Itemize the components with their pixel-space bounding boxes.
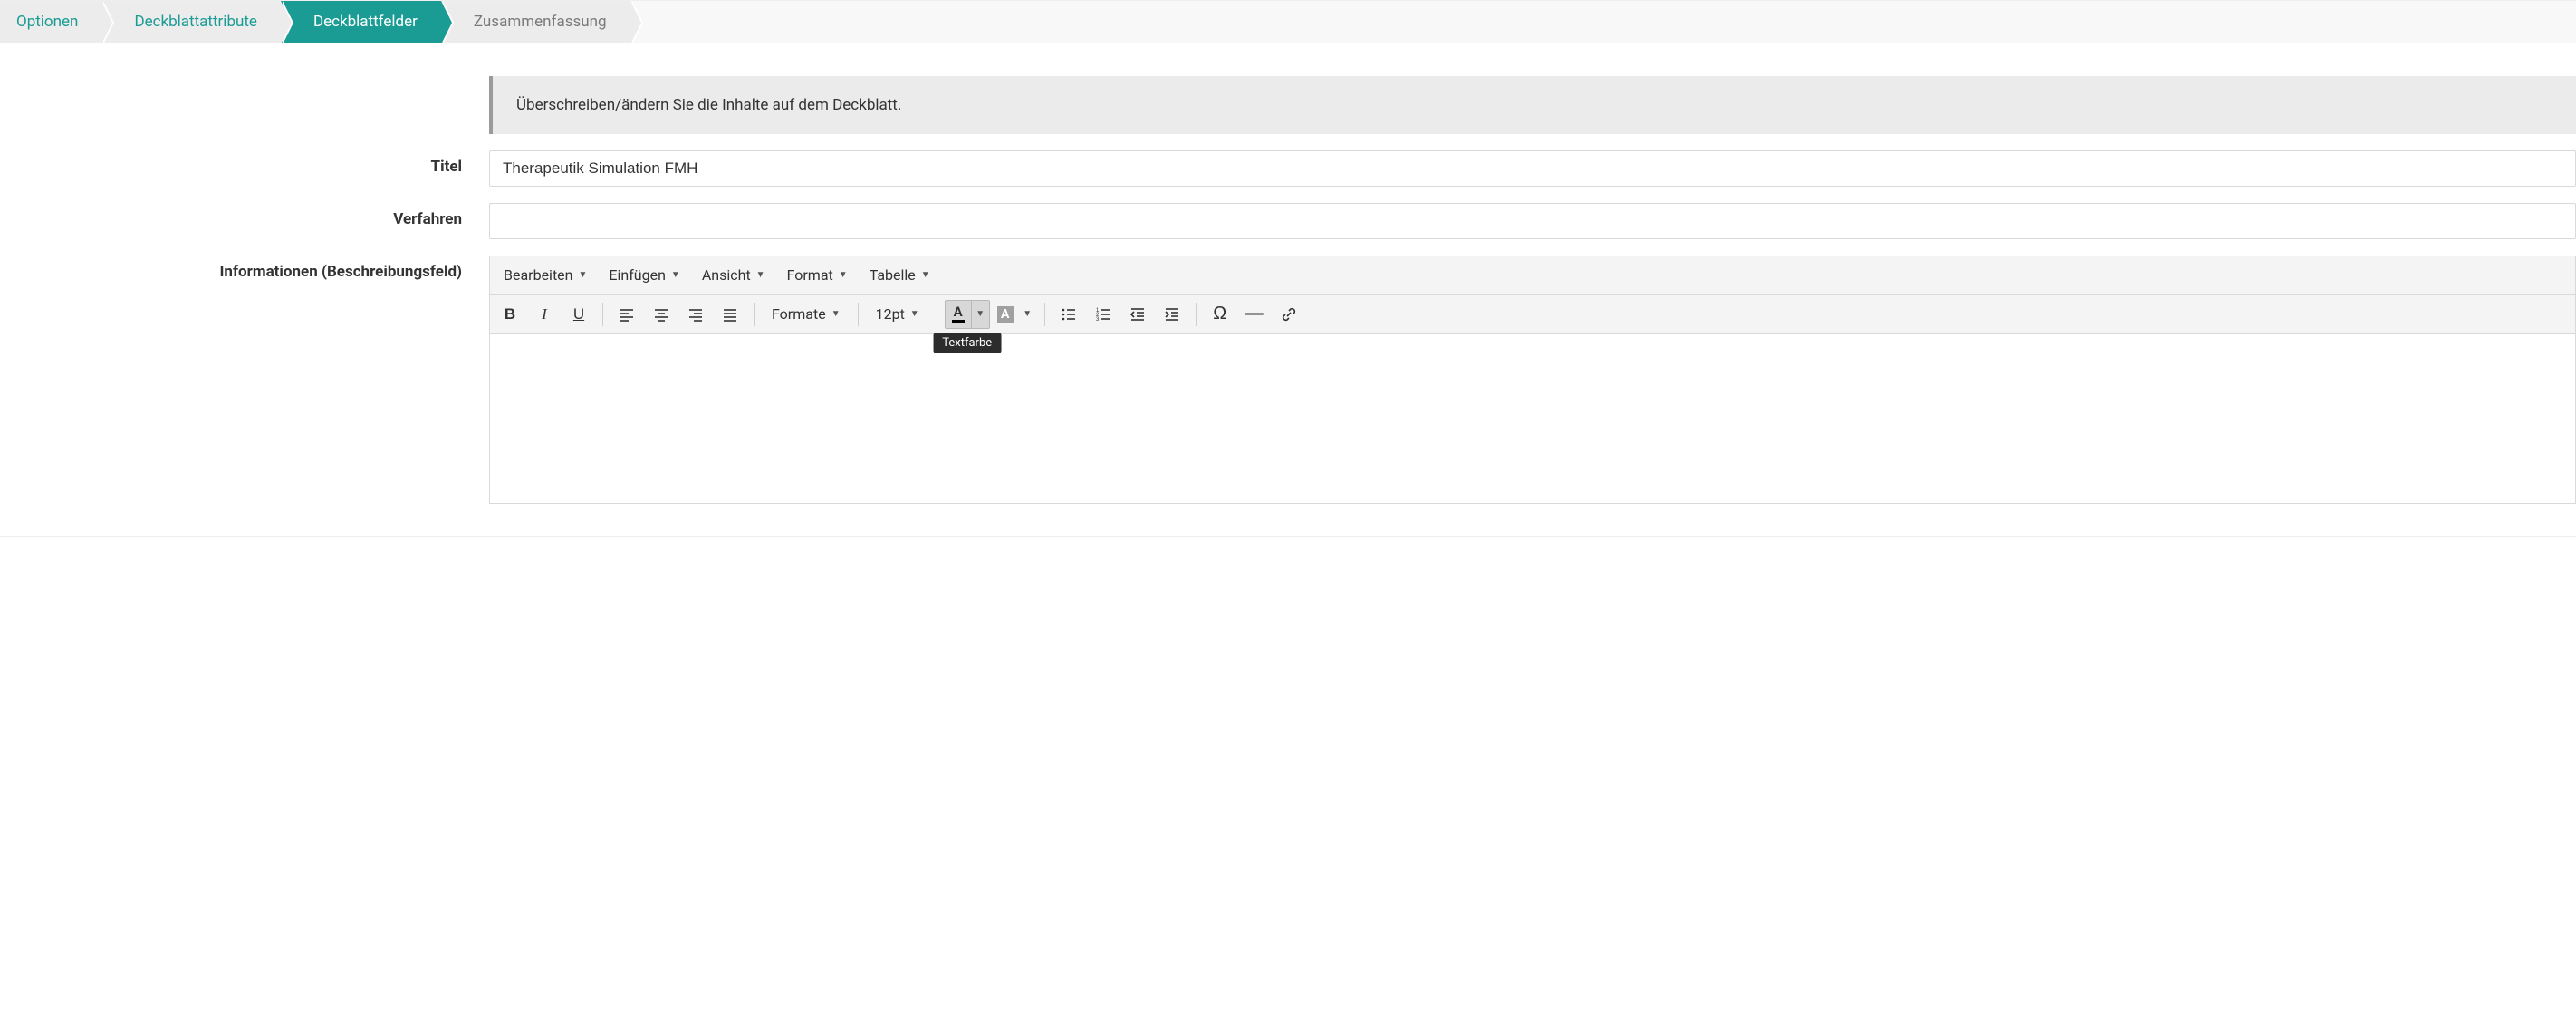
caret-down-icon: ▼ [831, 309, 841, 319]
background-color-dropdown[interactable]: ▼ [1019, 300, 1037, 329]
horizontal-rule-button[interactable]: — [1238, 300, 1271, 329]
form: Überschreiben/ändern Sie die Inhalte auf… [0, 76, 2576, 504]
align-center-icon [653, 306, 669, 323]
background-color-button[interactable]: A ▼ [992, 300, 1037, 329]
underline-button[interactable]: U [562, 300, 595, 329]
text-color-button[interactable]: A ▼ [945, 300, 990, 329]
editor-menubar: Bearbeiten ▼ Einfügen ▼ Ansicht ▼ Format… [490, 256, 2575, 295]
toolbar-separator [858, 303, 859, 326]
outdent-icon [1129, 306, 1146, 323]
text-color-dropdown[interactable]: ▼ [972, 300, 990, 329]
background-color-icon: A [997, 306, 1014, 323]
tooltip-text: Textfarbe [942, 336, 992, 350]
menu-format-label: Format [787, 266, 833, 284]
info-banner-text: Überschreiben/ändern Sie die Inhalte auf… [516, 96, 901, 114]
toolbar-separator [602, 303, 603, 326]
toolbar-separator [1044, 303, 1045, 326]
tooltip: Textfarbe [933, 333, 1001, 353]
caret-down-icon: ▼ [579, 270, 588, 280]
caret-down-icon: ▼ [921, 270, 930, 280]
menu-insert[interactable]: Einfügen ▼ [599, 261, 689, 290]
align-left-icon [619, 306, 635, 323]
hr-icon: — [1245, 304, 1264, 324]
procedure-input[interactable] [489, 203, 2576, 239]
menu-format[interactable]: Format ▼ [777, 261, 858, 290]
bullet-list-icon [1061, 306, 1077, 323]
wizard-step-fields[interactable]: Deckblattfelder [281, 1, 441, 43]
rich-text-editor: Bearbeiten ▼ Einfügen ▼ Ansicht ▼ Format… [489, 256, 2576, 504]
indent-icon [1164, 306, 1180, 323]
underline-icon: U [573, 305, 584, 324]
caret-down-icon: ▼ [910, 309, 919, 319]
menu-edit-label: Bearbeiten [504, 266, 573, 284]
menu-insert-label: Einfügen [609, 266, 666, 284]
wizard-step-label: Deckblattfelder [313, 13, 418, 31]
menu-view-label: Ansicht [702, 266, 751, 284]
align-right-button[interactable] [679, 300, 712, 329]
caret-down-icon: ▼ [756, 270, 765, 280]
editor-content-area[interactable] [490, 334, 2575, 503]
wizard-step-label: Zusammenfassung [474, 13, 607, 31]
italic-button[interactable]: I [528, 300, 561, 329]
wizard-step-summary[interactable]: Zusammenfassung [441, 1, 630, 43]
title-label: Titel [0, 150, 489, 176]
bullet-list-button[interactable] [1053, 300, 1085, 329]
formats-label: Formate [772, 305, 826, 323]
toolbar-separator [1196, 303, 1197, 326]
svg-text:3: 3 [1096, 317, 1100, 323]
special-char-button[interactable]: Ω [1204, 300, 1236, 329]
wizard-step-attributes[interactable]: Deckblattattribute [101, 1, 281, 43]
wizard-step-options[interactable]: Optionen [0, 1, 101, 43]
bold-icon: B [505, 305, 515, 324]
text-color-icon: A [952, 305, 965, 323]
info-banner: Überschreiben/ändern Sie die Inhalte auf… [489, 76, 2576, 134]
italic-icon: I [542, 305, 547, 324]
numbered-list-button[interactable]: 123 [1087, 300, 1120, 329]
align-center-button[interactable] [645, 300, 678, 329]
align-justify-icon [722, 306, 738, 323]
align-right-icon [687, 306, 704, 323]
info-label: Informationen (Beschreibungsfeld) [0, 256, 489, 281]
editor-toolbar: B I U [490, 295, 2575, 334]
indent-button[interactable] [1156, 300, 1188, 329]
omega-icon: Ω [1213, 304, 1226, 324]
title-input[interactable] [489, 150, 2576, 187]
banner-label-spacer [0, 76, 489, 83]
caret-down-icon: ▼ [671, 270, 680, 280]
bold-button[interactable]: B [494, 300, 526, 329]
wizard-steps: Optionen Deckblattattribute Deckblattfel… [0, 0, 2576, 43]
bottom-divider [0, 536, 2576, 537]
link-icon [1281, 306, 1297, 323]
align-left-button[interactable] [610, 300, 643, 329]
align-justify-button[interactable] [714, 300, 746, 329]
menu-table-label: Tabelle [870, 266, 916, 284]
wizard-step-label: Optionen [16, 13, 78, 31]
menu-edit[interactable]: Bearbeiten ▼ [494, 261, 597, 290]
outdent-button[interactable] [1121, 300, 1154, 329]
menu-view[interactable]: Ansicht ▼ [692, 261, 775, 290]
fontsize-dropdown[interactable]: 12pt ▼ [866, 300, 929, 329]
toolbar-separator [754, 303, 755, 326]
procedure-label: Verfahren [0, 203, 489, 228]
numbered-list-icon: 123 [1095, 306, 1111, 323]
link-button[interactable] [1273, 300, 1305, 329]
menu-table[interactable]: Tabelle ▼ [860, 261, 940, 290]
wizard-step-label: Deckblattattribute [134, 13, 257, 31]
caret-down-icon: ▼ [839, 270, 848, 280]
fontsize-label: 12pt [876, 305, 905, 323]
formats-dropdown[interactable]: Formate ▼ [762, 300, 851, 329]
